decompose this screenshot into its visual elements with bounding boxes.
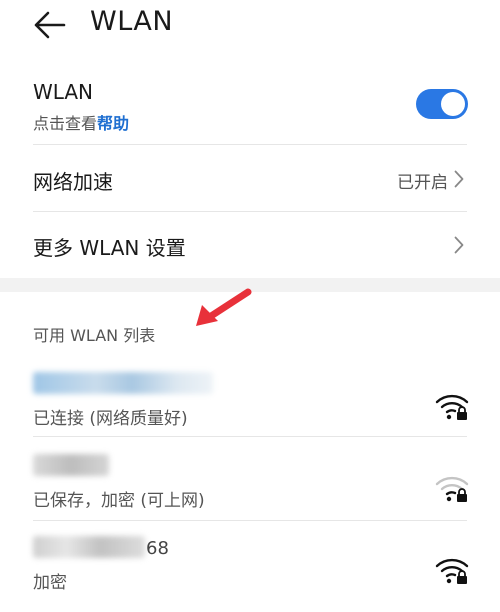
toggle-knob [441, 92, 465, 116]
back-arrow-icon[interactable] [30, 8, 70, 42]
wifi-locked-icon [435, 476, 469, 502]
ssid-redacted [33, 536, 145, 558]
help-link[interactable]: 帮助 [97, 114, 129, 133]
divider [33, 520, 467, 521]
network-status: 加密 [33, 573, 67, 593]
chevron-right-icon [454, 170, 464, 188]
help-prefix: 点击查看 [33, 114, 98, 133]
ssid-suffix: 68 [146, 538, 169, 559]
wifi-locked-icon [435, 394, 469, 420]
app-header: WLAN [0, 0, 500, 56]
wlan-help-text: 点击查看帮助 [33, 110, 129, 134]
page-title: WLAN [90, 6, 174, 37]
network-item[interactable]: 68 加密 [0, 530, 500, 612]
wifi-locked-icon [435, 558, 469, 584]
network-acceleration-row[interactable]: 网络加速 已开启 [0, 146, 500, 212]
ssid-redacted [33, 372, 213, 394]
divider [33, 144, 467, 145]
available-networks-title: 可用 WLAN 列表 [33, 326, 156, 345]
network-acceleration-label: 网络加速 [33, 170, 113, 194]
ssid-redacted [33, 454, 109, 476]
wlan-label: WLAN [33, 80, 94, 104]
divider [33, 436, 467, 437]
wlan-toggle-switch[interactable] [416, 89, 468, 119]
network-acceleration-value: 已开启 [397, 173, 448, 193]
network-status: 已保存，加密 (可上网) [33, 491, 205, 511]
more-wlan-settings-row[interactable]: 更多 WLAN 设置 [0, 212, 500, 278]
wlan-toggle-row: WLAN 点击查看帮助 [0, 64, 500, 142]
chevron-right-icon [454, 236, 464, 254]
annotation-arrow-icon [196, 288, 252, 326]
network-item[interactable]: 已保存，加密 (可上网) [0, 448, 500, 530]
network-status: 已连接 (网络质量好) [33, 409, 188, 429]
more-wlan-settings-label: 更多 WLAN 设置 [33, 236, 186, 260]
